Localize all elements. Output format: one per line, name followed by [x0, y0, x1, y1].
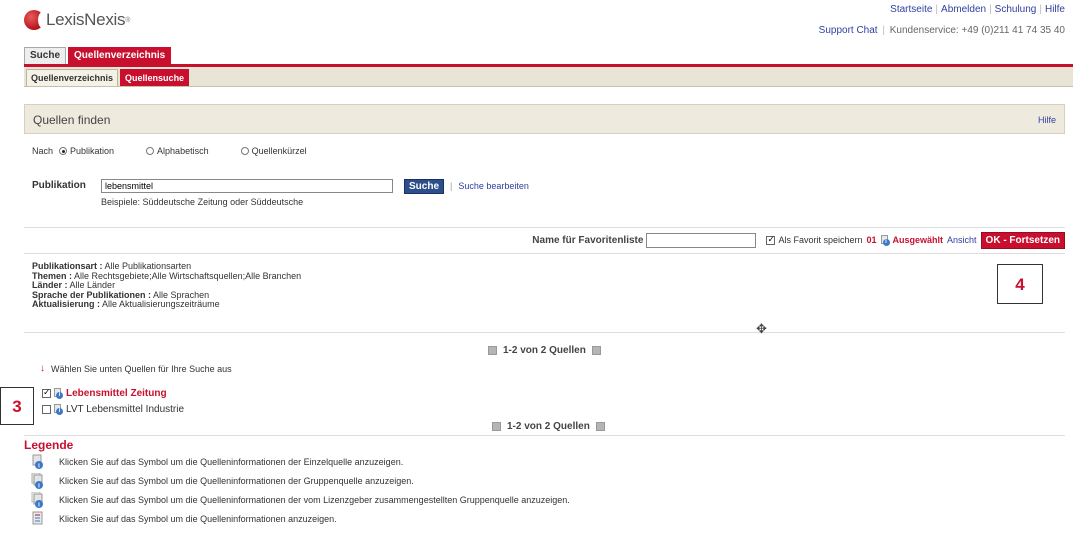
legend-row: i Klicken Sie auf das Symbol um die Quel…: [24, 471, 1073, 490]
logo-mark-icon: [24, 10, 47, 30]
legend-row: i Klicken Sie auf das Symbol um die Quel…: [24, 490, 1073, 509]
selection-hint: ↓ Wählen Sie unten Quellen für Ihre Such…: [40, 363, 232, 374]
startseite-link[interactable]: Startseite: [890, 4, 932, 15]
source-checkbox[interactable]: [42, 404, 51, 414]
subtab-quellensuche[interactable]: Quellensuche: [120, 69, 190, 86]
abmelden-link[interactable]: Abmelden: [941, 4, 986, 15]
radio-publikation[interactable]: [59, 147, 68, 155]
callout-4: 4: [997, 264, 1043, 304]
next-page-icon[interactable]: [591, 346, 601, 355]
search-mode-row: Nach Publikation Alphabetisch Quellenkür…: [32, 146, 329, 156]
prev-page-icon[interactable]: [488, 346, 497, 355]
favoriten-row: Name für Favoritenliste Als Favorit spei…: [532, 231, 1065, 249]
hint-text: Wählen Sie unten Quellen für Ihre Suche …: [51, 363, 232, 374]
radio-alphabetisch-label[interactable]: Alphabetisch: [157, 146, 209, 156]
lexisnexis-logo[interactable]: LexisNexis ®: [24, 10, 130, 30]
pager-top: 1-2 von 2 Quellen: [482, 345, 607, 356]
radio-quellenkuerzel[interactable]: [240, 147, 249, 155]
legend-text: Klicken Sie auf das Symbol um die Quelle…: [59, 494, 570, 505]
source-info-icon: [31, 511, 47, 527]
example-text: Beispiele: Süddeutsche Zeitung oder Südd…: [101, 197, 304, 207]
panel-title: Quellen finden: [33, 113, 111, 127]
favoriten-label: Name für Favoritenliste: [532, 234, 644, 246]
next-page-icon[interactable]: [595, 422, 605, 431]
radio-publikation-label[interactable]: Publikation: [70, 146, 114, 156]
logo-registered: ®: [125, 16, 131, 24]
legend-text: Klicken Sie auf das Symbol um die Quelle…: [59, 475, 414, 486]
pager-text: 1-2 von 2 Quellen: [507, 421, 590, 432]
suche-button[interactable]: Suche: [404, 179, 445, 194]
favoriten-input[interactable]: [646, 232, 757, 248]
divider: [24, 332, 1065, 333]
divider: [24, 253, 1065, 254]
legend: Legende i Klicken Sie auf das Symbol um …: [24, 438, 1073, 528]
legend-title: Legende: [24, 438, 74, 452]
ansicht-link[interactable]: Ansicht: [947, 235, 977, 245]
callout-3: 3: [0, 387, 34, 425]
prev-page-icon[interactable]: [492, 422, 501, 431]
suche-bearbeiten: | Suche bearbeiten: [450, 181, 529, 191]
nach-label: Nach: [32, 146, 54, 156]
legend-row: Klicken Sie auf das Symbol um die Quelle…: [24, 509, 1073, 528]
source-checkbox[interactable]: [42, 387, 51, 398]
suche-bearbeiten-link[interactable]: Suche bearbeiten: [458, 181, 529, 191]
logo-text: LexisNexis: [46, 10, 126, 29]
down-arrow-icon: ↓: [40, 363, 45, 374]
panel-help-link[interactable]: Hilfe: [1038, 115, 1056, 125]
support-chat-link[interactable]: Support Chat: [819, 25, 878, 36]
schulung-link[interactable]: Schulung: [995, 4, 1037, 15]
hilfe-link[interactable]: Hilfe: [1045, 4, 1065, 15]
divider: [24, 435, 1065, 436]
source-info-icon[interactable]: i: [54, 403, 63, 415]
main-tabs: Suche Quellenverzeichnis: [24, 47, 173, 64]
radio-quellenkuerzel-label[interactable]: Quellenkürzel: [252, 146, 307, 156]
source-info-icon: i: [880, 234, 890, 246]
legend-row: i Klicken Sie auf das Symbol um die Quel…: [24, 452, 1073, 471]
pager-text: 1-2 von 2 Quellen: [503, 345, 586, 356]
radio-alphabetisch[interactable]: [146, 147, 155, 155]
publikation-input[interactable]: [101, 179, 393, 193]
list-item[interactable]: i LVT Lebensmittel Industrie: [42, 401, 184, 417]
list-item[interactable]: i Lebensmittel Zeitung: [42, 385, 184, 401]
selected-count: 01: [866, 235, 877, 245]
divider: [24, 227, 1065, 228]
licensor-group-source-info-icon: i: [31, 491, 47, 508]
ok-fortsetzen-button[interactable]: OK - Fortsetzen: [980, 231, 1065, 249]
subtab-quellenverzeichnis[interactable]: Quellenverzeichnis: [26, 69, 119, 86]
tab-quellenverzeichnis[interactable]: Quellenverzeichnis: [68, 47, 172, 64]
header: LexisNexis ® Startseite | Abmelden | Schulun…: [0, 0, 1073, 64]
source-list: i Lebensmittel Zeitung i LVT Lebensmitte…: [42, 385, 184, 417]
publikation-label: Publikation: [32, 180, 86, 191]
als-favorit-label[interactable]: Als Favorit speichern: [778, 235, 862, 245]
source-info-icon[interactable]: i: [54, 387, 63, 399]
filter-summary: Publikationsart : Alle Publikationsarten…: [32, 261, 301, 310]
pager-bottom: 1-2 von 2 Quellen: [486, 421, 611, 432]
legend-text: Klicken Sie auf das Symbol um die Quelle…: [59, 456, 404, 467]
filter-aktualisierung: Aktualisierung : Alle Aktualisierungszei…: [32, 299, 220, 309]
quellen-finden-panel: Quellen finden Hilfe: [24, 104, 1065, 134]
legend-text: Klicken Sie auf das Symbol um die Quelle…: [59, 513, 337, 524]
kundenservice-text: Kundenservice: +49 (0)211 41 74 35 40: [889, 25, 1065, 36]
ausgewaehlt-label: Ausgewählt: [892, 235, 944, 245]
group-source-info-icon: i: [31, 472, 47, 489]
source-name[interactable]: LVT Lebensmittel Industrie: [66, 404, 184, 415]
source-name[interactable]: Lebensmittel Zeitung: [66, 388, 167, 399]
tab-suche[interactable]: Suche: [24, 47, 67, 64]
top-links: Startseite | Abmelden | Schulung | Hilfe: [890, 4, 1065, 15]
support-line: Support Chat | Kundenservice: +49 (0)211…: [818, 25, 1065, 36]
move-cursor-icon: ✥: [756, 321, 767, 336]
als-favorit-checkbox[interactable]: [766, 234, 776, 245]
sub-tabs: Quellenverzeichnis Quellensuche: [24, 67, 1073, 87]
single-source-info-icon: i: [31, 454, 47, 470]
